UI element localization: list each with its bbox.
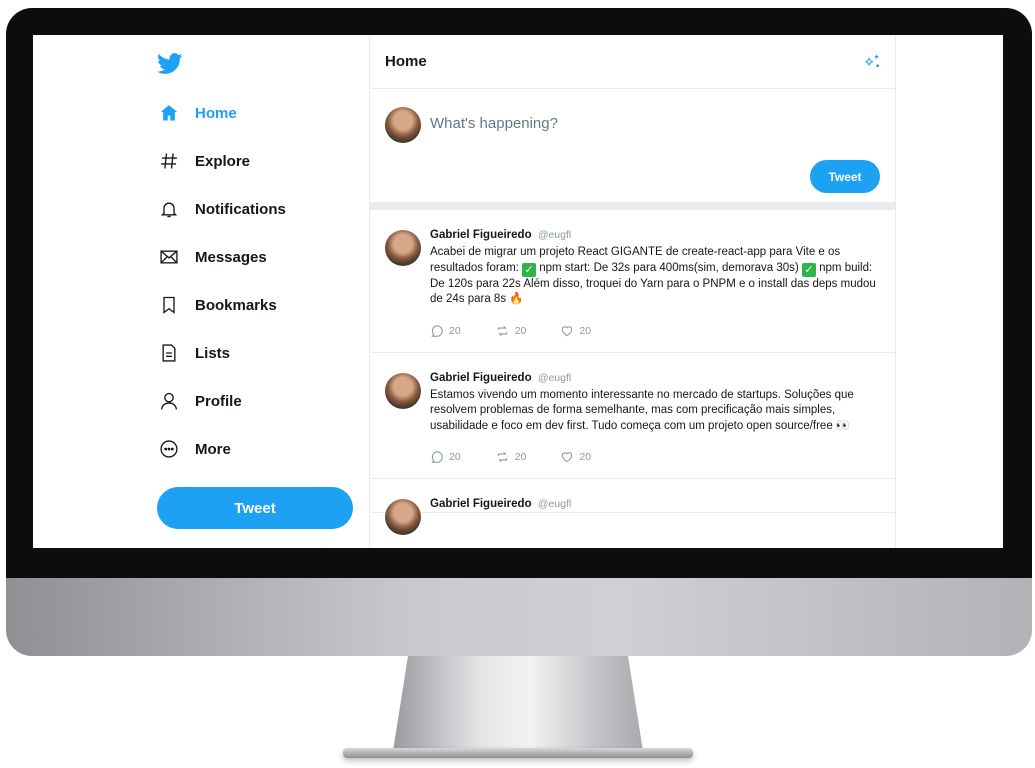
like-count: 20 — [579, 324, 592, 337]
tweet-text-part: npm start: De 32s para 400ms(sim, demora… — [536, 261, 802, 274]
tweet-compose-input[interactable] — [430, 115, 850, 132]
tweet[interactable]: Gabriel Figueiredo @eugfl — [370, 479, 895, 535]
sidebar-item-label: Profile — [195, 392, 242, 410]
sidebar-item-label: Bookmarks — [195, 296, 277, 314]
reply-count: 20 — [449, 324, 461, 337]
retweet-count: 20 — [514, 324, 527, 337]
reply-icon — [431, 324, 443, 337]
check-mark-icon: ✓ — [801, 262, 816, 277]
retweet-icon — [497, 451, 507, 463]
reply-count: 20 — [449, 451, 461, 463]
sidebar-item-label: Messages — [195, 248, 267, 266]
imac-monitor: Home Explore Notifications Messages Book… — [6, 8, 1032, 656]
retweet-icon — [497, 325, 507, 336]
like-count: 20 — [579, 451, 592, 463]
sidebar-item-more[interactable]: More — [157, 429, 231, 469]
reply-button[interactable]: 20 — [430, 324, 461, 338]
like-button[interactable]: 20 — [560, 450, 591, 464]
tweet-author-handle: @eugfl — [537, 371, 572, 384]
sidebar: Home Explore Notifications Messages Book… — [33, 35, 369, 548]
user-icon — [157, 389, 181, 413]
monitor-stand — [393, 656, 643, 751]
timeline-header: Home — [370, 35, 895, 89]
sidebar-item-notifications[interactable]: Notifications — [157, 189, 286, 229]
tweet[interactable]: Gabriel Figueiredo @eugfl Estamos vivend… — [370, 353, 895, 479]
envelope-icon — [157, 245, 181, 269]
tweet-composer: Tweet — [370, 89, 895, 210]
sparkle-icon[interactable] — [863, 53, 881, 71]
tweet-actions: 20 20 20 — [430, 450, 880, 478]
list-icon — [157, 341, 181, 365]
tweet-header: Gabriel Figueiredo @eugfl — [430, 371, 880, 386]
composer-tweet-button[interactable]: Tweet — [810, 160, 880, 193]
sidebar-item-label: Explore — [195, 152, 251, 170]
avatar — [385, 499, 421, 535]
reply-icon — [431, 451, 443, 463]
heart-icon — [562, 325, 573, 336]
home-icon — [157, 101, 181, 125]
sidebar-item-home[interactable]: Home — [157, 93, 237, 133]
more-icon — [157, 437, 181, 461]
sidebar-item-profile[interactable]: Profile — [157, 381, 242, 421]
monitor-bezel: Home Explore Notifications Messages Book… — [6, 8, 1032, 578]
sidebar-tweet-button[interactable]: Tweet — [157, 487, 353, 529]
bell-icon — [157, 197, 181, 221]
tweet-author-handle: @eugfl — [537, 498, 572, 510]
retweet-button[interactable]: 20 — [495, 450, 527, 464]
retweet-count: 20 — [514, 451, 527, 463]
heart-icon — [562, 452, 573, 463]
avatar — [385, 107, 421, 143]
retweet-button[interactable]: 20 — [495, 324, 527, 338]
tweet-author-handle: @eugfl — [537, 229, 572, 241]
sidebar-item-label: Notifications — [195, 200, 286, 218]
reply-button[interactable]: 20 — [430, 450, 461, 464]
bookmark-icon — [157, 293, 181, 317]
tweet-author-name: Gabriel Figueiredo — [430, 498, 532, 510]
tweet-author-name: Gabriel Figueiredo — [430, 371, 532, 384]
sidebar-item-bookmarks[interactable]: Bookmarks — [157, 285, 277, 325]
twitter-bird-icon[interactable] — [157, 53, 183, 75]
tweet-header: Gabriel Figueiredo @eugfl — [430, 497, 880, 512]
screen: Home Explore Notifications Messages Book… — [33, 35, 1003, 548]
tweet-text: Acabei de migrar um projeto React GIGANT… — [430, 245, 880, 308]
sidebar-item-label: More — [195, 440, 231, 458]
monitor-chin — [6, 578, 1032, 656]
like-button[interactable]: 20 — [560, 324, 591, 338]
sidebar-item-lists[interactable]: Lists — [157, 333, 230, 373]
tweet-header: Gabriel Figueiredo @eugfl — [430, 228, 880, 243]
monitor-stand-base — [343, 748, 693, 758]
tweet-actions: 20 20 20 — [430, 324, 880, 352]
sidebar-item-label: Home — [195, 104, 237, 122]
hashtag-icon — [157, 149, 181, 173]
page-title: Home — [385, 53, 427, 70]
sidebar-item-explore[interactable]: Explore — [157, 141, 250, 181]
timeline-column: Home Tweet Gabriel Figueiredo — [369, 35, 896, 548]
check-mark-icon: ✓ — [522, 262, 537, 277]
tweet-text: Estamos vivendo um momento interessante … — [430, 388, 854, 432]
avatar — [385, 372, 421, 409]
sidebar-item-messages[interactable]: Messages — [157, 237, 267, 277]
tweet-author-name: Gabriel Figueiredo — [430, 229, 532, 241]
sidebar-item-label: Lists — [195, 344, 231, 362]
avatar — [385, 230, 421, 266]
tweet[interactable]: Gabriel Figueiredo @eugfl Acabei de migr… — [370, 210, 895, 353]
